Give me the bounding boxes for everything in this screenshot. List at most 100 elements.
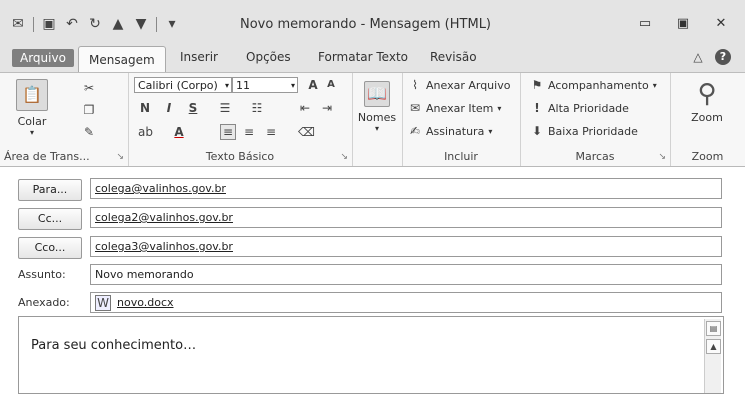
cut-icon[interactable]: ✂ (82, 81, 96, 95)
align-center-icon[interactable]: ≡ (242, 125, 256, 139)
group-label-clipboard: Área de Trans... (4, 150, 90, 163)
separator (156, 16, 157, 32)
bullets-icon[interactable]: ☰ (218, 101, 232, 115)
font-name-combo[interactable]: Calibri (Corpo) ▾ (134, 77, 232, 93)
tab-opcoes[interactable]: Opções (246, 50, 291, 64)
group-include: ⌇ Anexar Arquivo ✉ Anexar Item ▾ ✍ Assin… (402, 73, 521, 166)
chevron-down-icon: ▾ (488, 126, 493, 136)
to-row: Para... colega@valinhos.gov.br (0, 176, 745, 202)
chevron-down-icon: ▾ (374, 124, 379, 133)
font-color-icon[interactable]: A (172, 125, 186, 139)
signature-button[interactable]: ✍ Assinatura ▾ (408, 124, 492, 138)
tab-revisao[interactable]: Revisão (430, 50, 477, 64)
paste-label: Colar (17, 115, 47, 128)
previous-item-icon[interactable]: ▲ (110, 16, 126, 32)
ribbon: 📋 Colar ▾ ✂ ❐ ✎ Área de Trans... ↘ Calib… (0, 72, 745, 167)
decrease-indent-icon[interactable]: ⇤ (298, 101, 312, 115)
to-button[interactable]: Para... (18, 179, 82, 201)
cc-button[interactable]: Cc... (18, 208, 82, 230)
tab-inserir[interactable]: Inserir (180, 50, 218, 64)
attached-label: Anexado: (18, 296, 70, 309)
outlook-compose-window: ✉ ▣ ↶ ↻ ▲ ▼ ▾ Novo memorando - Mensagem … (0, 0, 745, 394)
bcc-field[interactable]: colega3@valinhos.gov.br (90, 236, 722, 257)
shrink-font-icon[interactable]: A (324, 78, 338, 92)
follow-up-button[interactable]: ⚑ Acompanhamento ▾ (530, 78, 657, 92)
underline-button[interactable]: S (186, 101, 200, 115)
clear-formatting-icon[interactable]: ⌫ (298, 125, 315, 139)
to-field[interactable]: colega@valinhos.gov.br (90, 178, 722, 199)
minimize-icon[interactable]: ▭ (637, 16, 653, 32)
exclamation-icon: ! (534, 101, 540, 115)
numbering-icon[interactable]: ☷ (250, 101, 264, 115)
magnifier-icon: ⚲ (697, 79, 717, 109)
app-menu-icon[interactable]: ✉ (10, 16, 26, 32)
body-text: Para seu conhecimento… (31, 338, 197, 353)
redo-icon[interactable]: ↻ (87, 16, 103, 32)
zoom-button[interactable]: ⚲ Zoom (678, 77, 736, 124)
attach-file-button[interactable]: ⌇ Anexar Arquivo (408, 78, 510, 92)
highlight-icon[interactable]: ab (138, 125, 153, 139)
increase-indent-icon[interactable]: ⇥ (320, 101, 334, 115)
chevron-down-icon: ▾ (497, 103, 502, 113)
subject-field[interactable]: Novo memorando (90, 264, 722, 285)
font-size-value: 11 (236, 79, 250, 92)
maximize-icon[interactable]: ▣ (675, 16, 691, 32)
vertical-scrollbar[interactable]: ▤ ▲ (704, 319, 721, 393)
group-label-basic-text: Texto Básico (205, 150, 275, 163)
attach-item-label: Anexar Item (426, 101, 494, 115)
undo-icon[interactable]: ↶ (64, 16, 80, 32)
tab-mensagem[interactable]: Mensagem (78, 46, 166, 73)
close-icon[interactable]: ✕ (713, 16, 729, 32)
attachment-row: Anexado: W novo.docx (0, 290, 745, 316)
italic-button[interactable]: I (162, 101, 176, 115)
group-label-include: Incluir (444, 150, 478, 163)
separator (33, 16, 34, 32)
paperclip-icon: ⌇ (412, 78, 418, 92)
quick-access-toolbar: ✉ ▣ ↶ ↻ ▲ ▼ ▾ (10, 16, 180, 32)
group-label-tags: Marcas (575, 150, 615, 163)
scroll-up-icon[interactable]: ▲ (706, 339, 721, 354)
message-body[interactable]: Para seu conhecimento… ▤ ▲ (18, 316, 724, 394)
font-name-value: Calibri (Corpo) (138, 79, 218, 92)
copy-icon[interactable]: ❐ (82, 103, 96, 117)
low-importance-label: Baixa Prioridade (548, 124, 638, 138)
window-title: Novo memorando - Mensagem (HTML) (240, 17, 492, 32)
minimize-ribbon-icon[interactable]: △ (691, 50, 705, 64)
group-tags: ⚑ Acompanhamento ▾ ! Alta Prioridade ⬇ B… (520, 73, 671, 166)
dialog-launcher-icon[interactable]: ↘ (658, 152, 666, 162)
attach-file-label: Anexar Arquivo (426, 78, 511, 92)
paste-button[interactable]: 📋 Colar ▾ (8, 79, 56, 137)
tab-formatar-texto[interactable]: Formatar Texto (318, 50, 408, 64)
group-names: 📖 Nomes ▾ (352, 73, 403, 166)
customize-toolbar-icon[interactable]: ▾ (164, 16, 180, 32)
format-painter-icon[interactable]: ✎ (82, 125, 96, 139)
save-icon[interactable]: ▣ (41, 16, 57, 32)
dialog-launcher-icon[interactable]: ↘ (340, 152, 348, 162)
arrow-down-icon: ⬇ (531, 124, 543, 138)
font-size-combo[interactable]: 11 ▾ (232, 77, 298, 93)
cc-field[interactable]: colega2@valinhos.gov.br (90, 207, 722, 228)
grow-font-icon[interactable]: A (306, 78, 320, 92)
ribbon-tabs: Arquivo Mensagem Inserir Opções Formatar… (0, 44, 745, 73)
help-icon[interactable]: ? (715, 49, 731, 65)
high-importance-button[interactable]: ! Alta Prioridade (530, 101, 629, 115)
cc-row: Cc... colega2@valinhos.gov.br (0, 205, 745, 231)
ruler-toggle-icon[interactable]: ▤ (706, 321, 721, 336)
attach-item-button[interactable]: ✉ Anexar Item ▾ (408, 101, 501, 115)
align-left-icon[interactable]: ≡ (220, 124, 236, 140)
tab-arquivo[interactable]: Arquivo (12, 49, 74, 67)
bold-button[interactable]: N (138, 101, 152, 115)
names-button[interactable]: 📖 Nomes ▾ (356, 81, 398, 133)
flag-icon: ⚑ (531, 78, 543, 92)
follow-up-label: Acompanhamento (548, 78, 649, 92)
signature-icon: ✍ (409, 124, 421, 138)
align-right-icon[interactable]: ≡ (264, 125, 278, 139)
low-importance-button[interactable]: ⬇ Baixa Prioridade (530, 124, 638, 138)
bcc-row: Cco... colega3@valinhos.gov.br (0, 234, 745, 260)
group-zoom: ⚲ Zoom Zoom (670, 73, 745, 166)
attachment-file[interactable]: novo.docx (117, 293, 174, 312)
dialog-launcher-icon[interactable]: ↘ (116, 152, 124, 162)
bcc-button[interactable]: Cco... (18, 237, 82, 259)
next-item-icon[interactable]: ▼ (133, 16, 149, 32)
chevron-down-icon: ▾ (29, 128, 34, 137)
